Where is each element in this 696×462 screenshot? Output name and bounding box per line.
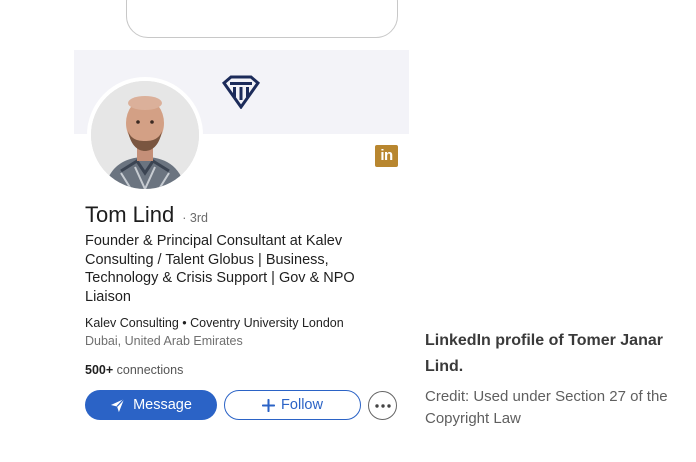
profile-name-row: Tom Lind · 3rd [85,202,208,228]
avatar-photo [91,81,199,189]
profile-company-education: Kalev Consulting • Coventry University L… [85,316,344,330]
caption-title: LinkedIn profile of Tomer Janar Lind. [425,332,663,375]
connections-label: connections [113,363,184,377]
connection-degree: · 3rd [182,211,208,225]
caption-credit: Credit: Used under Section 27 of the Cop… [425,388,668,427]
more-options-button[interactable] [368,391,397,420]
follow-button[interactable]: Follow [224,390,361,420]
follow-button-label: Follow [281,397,323,413]
ellipsis-icon [374,403,391,408]
top-search-bar-edge [126,0,398,38]
company-pillar-logo-icon [222,75,260,109]
image-caption: LinkedIn profile of Tomer Janar Lind. Cr… [425,328,675,430]
profile-location: Dubai, United Arab Emirates [85,334,243,348]
connections-number: 500+ [85,363,114,377]
plus-icon [262,398,276,412]
profile-avatar[interactable] [87,77,203,193]
linkedin-icon[interactable]: in [375,145,398,167]
profile-name: Tom Lind [85,202,175,227]
person-portrait-icon [91,81,199,189]
send-icon [111,398,125,412]
connections-count: 500+ connections [85,363,183,377]
profile-headline: Founder & Principal Consultant at Kalev … [85,233,355,305]
message-button-label: Message [133,397,192,413]
message-button[interactable]: Message [85,390,217,420]
